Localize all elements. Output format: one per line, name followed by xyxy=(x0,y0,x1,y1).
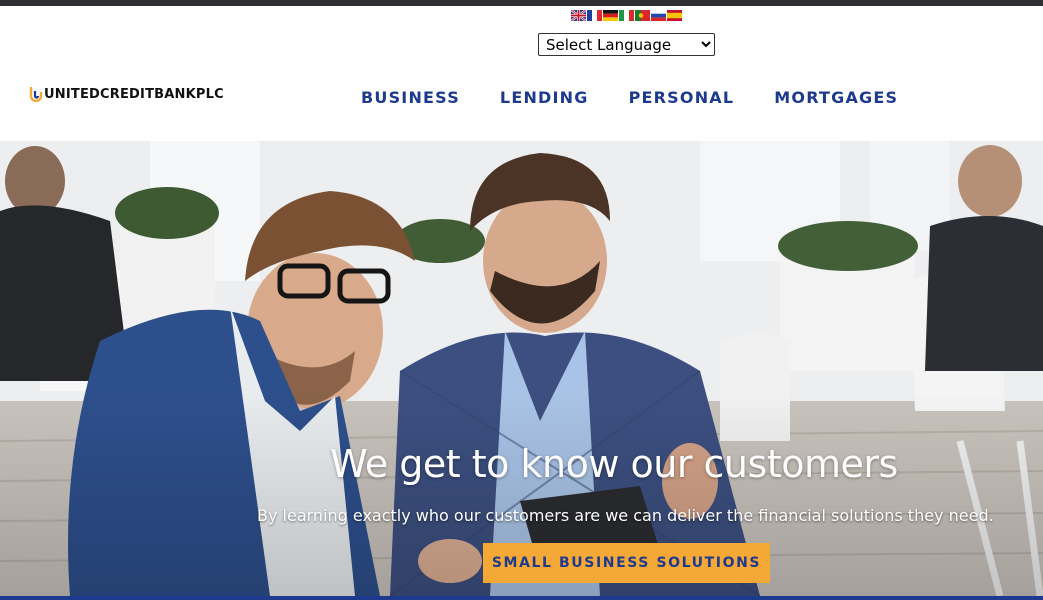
nav-item-business[interactable]: BUSINESS xyxy=(361,87,460,109)
english-flag-icon[interactable] xyxy=(571,10,586,21)
italian-flag-icon[interactable] xyxy=(619,10,634,21)
top-bar xyxy=(0,0,1043,6)
language-flags xyxy=(571,10,682,21)
nav-item-mortgages[interactable]: MORTGAGES xyxy=(774,87,898,109)
small-business-solutions-button[interactable]: SMALL BUSINESS SOLUTIONS xyxy=(483,543,770,583)
nav-item-lending[interactable]: LENDING xyxy=(500,87,589,109)
hero-title: We get to know our customers xyxy=(330,442,898,486)
language-select[interactable]: Select Language xyxy=(538,33,715,56)
hero-banner xyxy=(0,141,1043,596)
brand-logo[interactable]: UNITEDCREDITBANKPLC xyxy=(29,86,224,102)
german-flag-icon[interactable] xyxy=(603,10,618,21)
hero-subtitle: By learning exactly who our customers ar… xyxy=(257,506,994,525)
main-nav: BUSINESS LENDING PERSONAL MORTGAGES xyxy=(361,87,898,109)
bottom-bar xyxy=(0,596,1043,600)
portuguese-flag-icon[interactable] xyxy=(635,10,650,21)
nav-item-personal[interactable]: PERSONAL xyxy=(629,87,735,109)
brand-name: UNITEDCREDITBANKPLC xyxy=(44,86,224,102)
spanish-flag-icon[interactable] xyxy=(667,10,682,21)
french-flag-icon[interactable] xyxy=(587,10,602,21)
logo-mark-icon xyxy=(29,87,43,102)
russian-flag-icon[interactable] xyxy=(651,10,666,21)
